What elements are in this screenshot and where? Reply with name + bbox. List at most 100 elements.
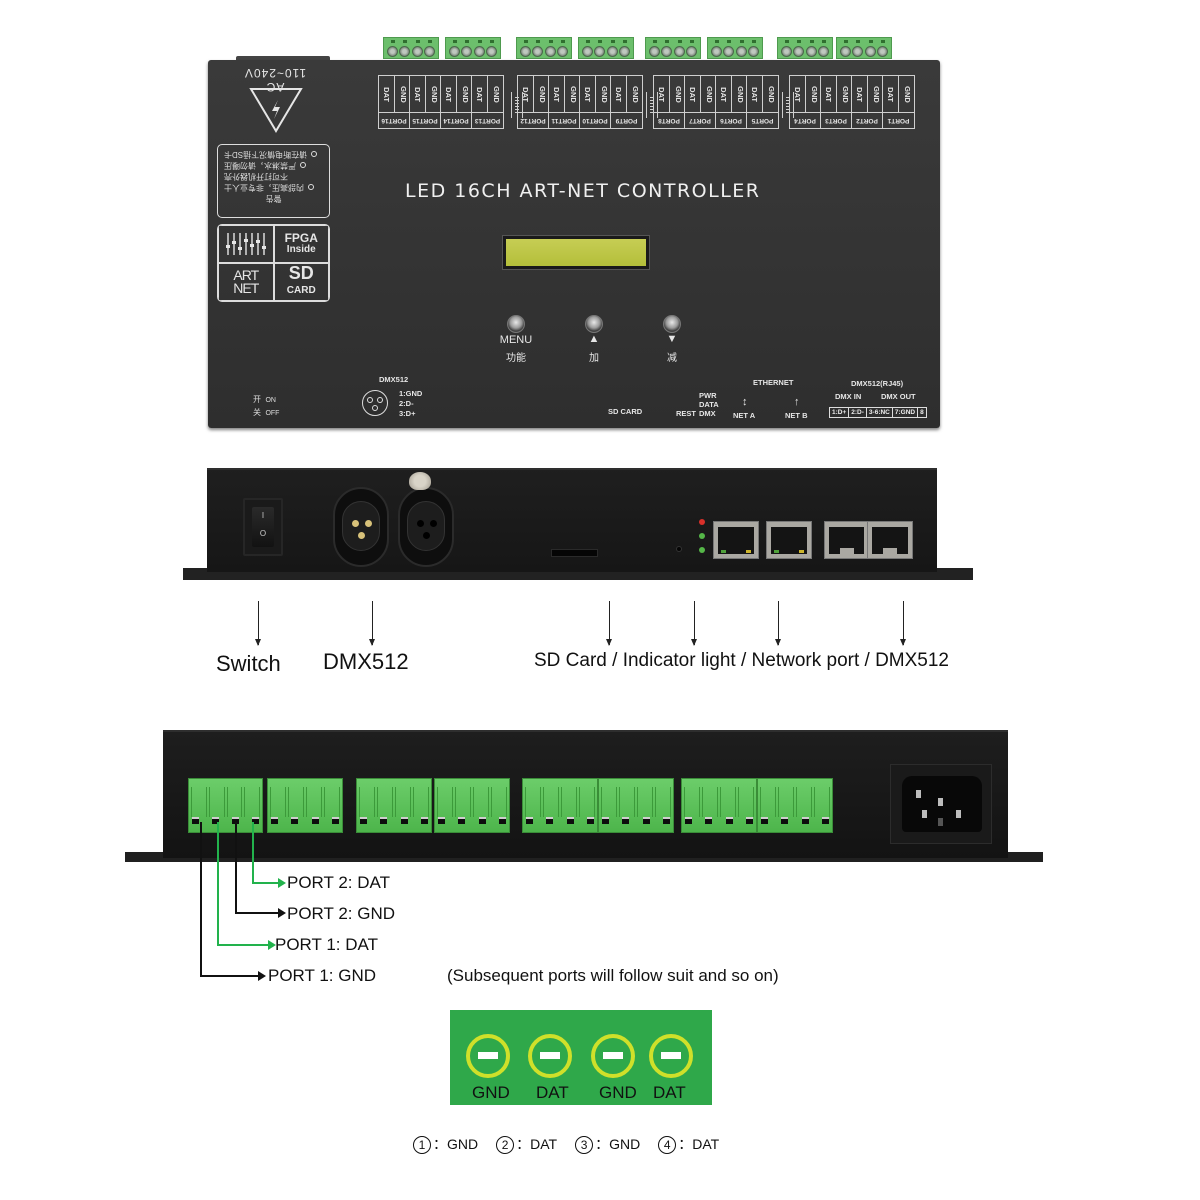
wire-hole: [821, 817, 829, 824]
screw-icon: [399, 39, 411, 57]
pin-label: DAT: [582, 86, 592, 102]
screw-icon: [839, 39, 851, 57]
sliders-icon: [225, 233, 266, 255]
minus-button-cn-label: 减: [667, 353, 677, 364]
dmx512-pointer-arrow: [369, 601, 375, 646]
net-a-port[interactable]: [713, 521, 759, 559]
ac-power-inlet[interactable]: [902, 776, 982, 832]
arrowhead-icon: [278, 878, 286, 888]
power-switch[interactable]: I O: [252, 507, 274, 547]
screw-icon: [619, 39, 631, 57]
sd-card-pointer-arrow: [606, 601, 612, 646]
dmx-rj45-label: DMX512(RJ45): [851, 379, 904, 388]
switch-off-label: 关 OFF: [253, 408, 280, 417]
device-title: LED 16CH ART-NET CONTROLLER: [405, 180, 761, 202]
legend-item: 4 ：DAT: [658, 1134, 719, 1154]
terminal-block[interactable]: [445, 37, 501, 59]
port-number-label: PORT14: [443, 117, 469, 124]
pin-label: GND: [902, 85, 912, 103]
dmx-in-port[interactable]: [824, 521, 868, 559]
bidirectional-arrow-icon: ↕: [742, 396, 748, 408]
wire-hole: [705, 817, 713, 824]
menu-button-cn-label: 功能: [506, 353, 526, 364]
legend-item: 3 ：GND: [575, 1134, 640, 1154]
menu-button[interactable]: [507, 315, 525, 333]
terminal-label: DAT: [536, 1083, 569, 1102]
port-number-label: PORT1: [887, 117, 910, 124]
xlr-latch[interactable]: [409, 472, 431, 490]
indicator-pointer-arrow: [691, 601, 697, 646]
terminal-block[interactable]: [516, 37, 572, 59]
screw-icon: [424, 39, 436, 57]
pin-label: DAT: [656, 86, 666, 102]
port-number-label: PORT5: [751, 117, 774, 124]
port-number-label: PORT7: [689, 117, 711, 124]
screw-icon: [473, 39, 485, 57]
screw-icon: [673, 39, 685, 57]
fpga-logo: FPGA Inside: [273, 225, 329, 263]
screw-icon: [864, 39, 876, 57]
screw-icon: [723, 39, 735, 57]
minus-button[interactable]: [663, 315, 681, 333]
pin-label: GND: [460, 85, 470, 103]
arrowhead-icon: [258, 971, 266, 981]
dmx512-xlr-male[interactable]: [333, 487, 389, 567]
net-b-port[interactable]: [766, 521, 812, 559]
pin-label: GND: [537, 85, 547, 103]
output-terminal-block[interactable]: [522, 778, 598, 833]
dmx512-pinout: 1:GND 2:D- 3:D+: [399, 389, 423, 418]
screw-icon: [486, 39, 498, 57]
port-group: DAT GND PORT4 DAT GND PORT3 DAT GND PORT2 DAT GND P…: [789, 75, 915, 129]
terminal-block[interactable]: [777, 37, 833, 59]
sd-card-slot[interactable]: [551, 549, 598, 557]
feature-logos: FPGA Inside ART NET SD CARD: [217, 224, 330, 302]
wire-hole: [781, 817, 789, 824]
terminal-block[interactable]: [383, 37, 439, 59]
pin-label: GND: [599, 85, 609, 103]
output-terminal-block[interactable]: [757, 778, 833, 833]
output-terminal-block[interactable]: [681, 778, 757, 833]
pin-label: DAT: [613, 86, 623, 102]
terminal-block[interactable]: [578, 37, 634, 59]
wire-hole: [526, 817, 533, 824]
pin-label: DAT: [474, 86, 484, 102]
terminal-block[interactable]: [707, 37, 763, 59]
warning-title: 警告: [265, 194, 282, 203]
output-terminal-block[interactable]: [267, 778, 343, 833]
data-indicator-led: [699, 533, 705, 539]
pin-label: GND: [429, 85, 439, 103]
output-terminal-block[interactable]: [434, 778, 510, 833]
reset-button[interactable]: [676, 546, 682, 552]
screw-icon: [793, 39, 805, 57]
screw-icon: [448, 39, 460, 57]
screw-icon: [544, 39, 556, 57]
wire-hole: [331, 817, 339, 824]
wire-hole: [725, 817, 733, 824]
net-b-label: NET B: [785, 411, 808, 420]
terminal-block[interactable]: [645, 37, 701, 59]
output-terminal-block[interactable]: [598, 778, 674, 833]
terminal-block[interactable]: [836, 37, 892, 59]
port-number-label: PORT8: [658, 117, 680, 124]
dmx512-xlr-female[interactable]: [398, 487, 454, 567]
switch-caption: Switch: [216, 651, 281, 676]
port-number-label: PORT13: [474, 117, 501, 124]
dmx-out-port[interactable]: [867, 521, 913, 559]
subsequent-ports-note: (Subsequent ports will follow suit and s…: [447, 966, 779, 985]
terminal-label: GND: [599, 1083, 637, 1102]
port1-dat-label: PORT 1: DAT: [275, 935, 378, 954]
wire-hole: [192, 817, 199, 824]
port-label-cell: DAT GND PORT6: [716, 76, 747, 128]
bullet-icon: [311, 151, 318, 158]
wire-hole: [546, 817, 554, 824]
output-terminal-block[interactable]: [188, 778, 263, 833]
screw-icon: [735, 39, 747, 57]
plus-button[interactable]: [585, 315, 603, 333]
wire-hole: [602, 817, 609, 824]
wire-hole: [212, 817, 219, 824]
wire-hole: [622, 817, 630, 824]
pin-label: GND: [568, 85, 578, 103]
sd-card-label: SD CARD: [608, 407, 643, 416]
output-terminal-block[interactable]: [356, 778, 432, 833]
legend-item: 1 ：GND: [413, 1134, 478, 1154]
